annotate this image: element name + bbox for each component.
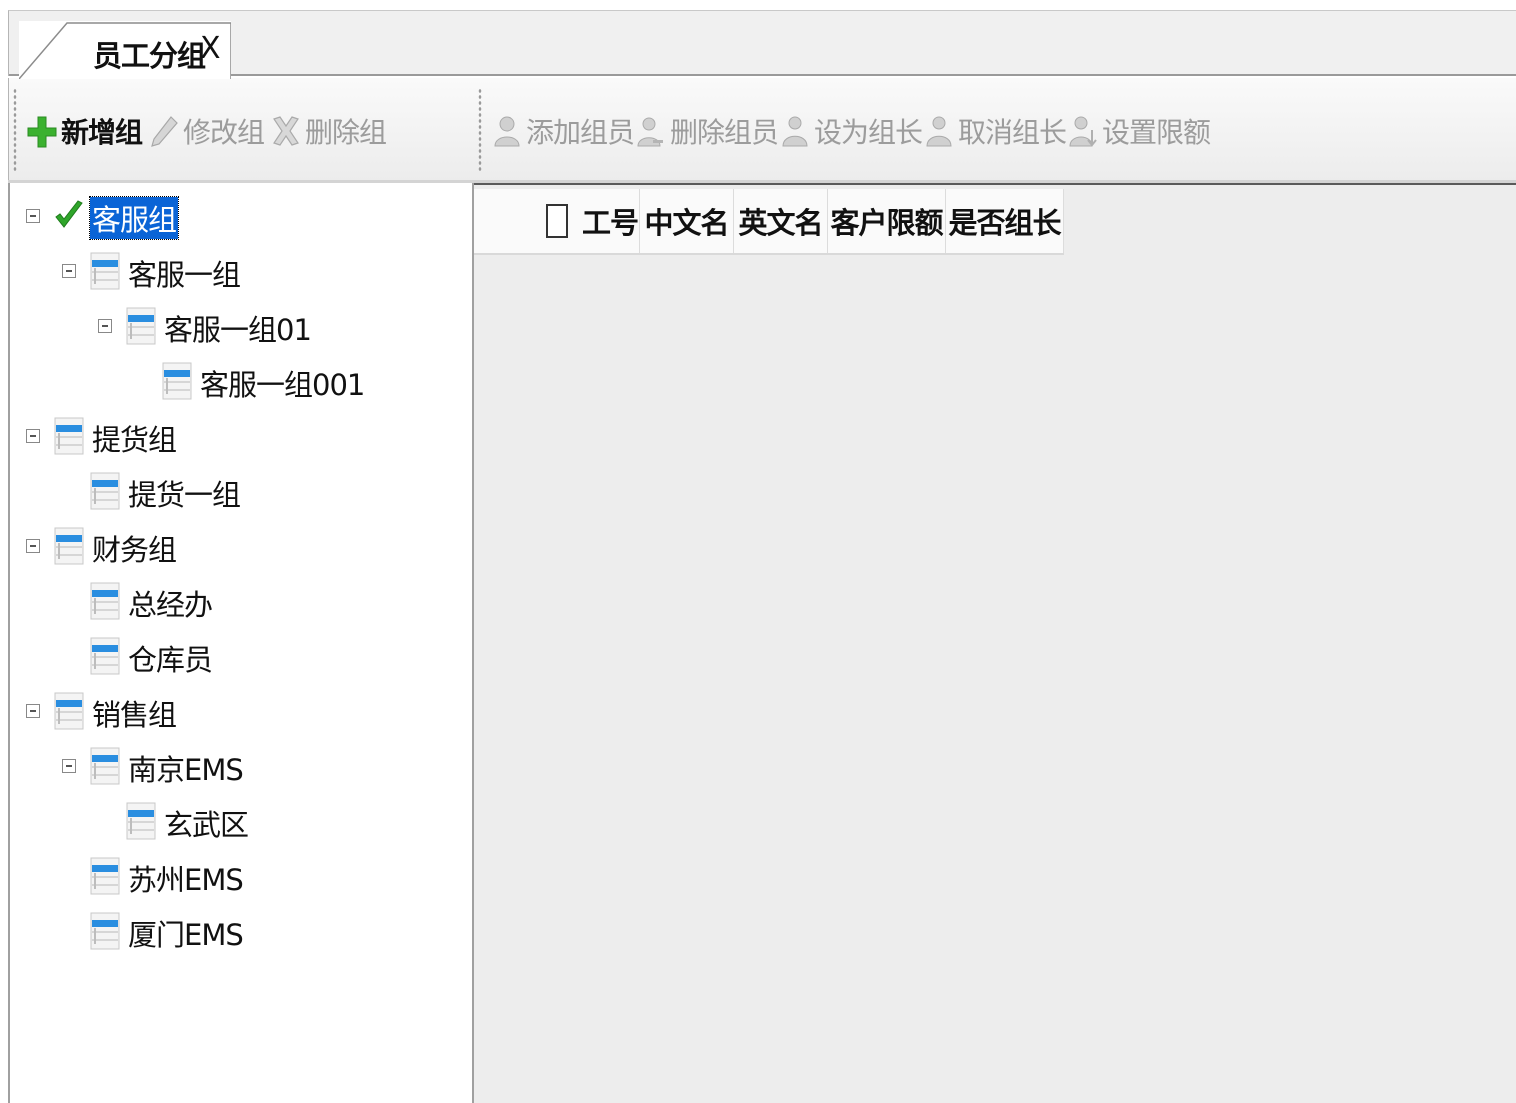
edit-group-label: 修改组 [183, 116, 265, 149]
tree-node[interactable]: 客服一组01 [10, 303, 470, 349]
add-member-label: 添加组员 [526, 116, 635, 149]
collapse-toggle-icon[interactable] [98, 319, 112, 333]
tree-node[interactable]: 南京EMS [10, 743, 470, 789]
tree-node[interactable]: 厦门EMS [10, 908, 470, 954]
cancel-leader-label: 取消组长 [958, 116, 1067, 149]
tree-node[interactable]: 总经办 [10, 578, 470, 624]
column-header-employee-id[interactable]: 工号 [582, 200, 639, 242]
checkmark-icon [54, 197, 84, 235]
group-tree: 客服组客服一组客服一组01 客服一组001 提货组提货一组财务组总经办仓库员销售组南… [8, 183, 474, 1103]
tab-close-button[interactable]: X [200, 31, 221, 66]
remove-member-label: 删除组员 [670, 116, 779, 149]
remove-user-icon [636, 114, 666, 148]
collapse-toggle-icon[interactable] [62, 759, 76, 773]
tree-node[interactable]: 仓库员 [10, 633, 470, 679]
leader-user-icon [780, 114, 810, 148]
column-header-customer-limit[interactable]: 客户限额 [828, 189, 946, 253]
group-node-icon [90, 747, 120, 785]
toolbar-grip[interactable] [478, 88, 482, 172]
delete-x-icon [271, 114, 301, 148]
column-header-is-leader[interactable]: 是否组长 [946, 189, 1064, 253]
group-node-icon [126, 307, 156, 345]
limit-user-icon [1068, 114, 1098, 148]
set-limit-button[interactable]: 设置限额 [1068, 108, 1211, 154]
tab-bar: 员工分组 X [8, 10, 1516, 79]
set-limit-label: 设置限额 [1102, 116, 1211, 149]
remove-member-button[interactable]: 删除组员 [636, 108, 779, 154]
tree-node-label[interactable]: 客服组 [88, 196, 180, 240]
collapse-toggle-icon[interactable] [26, 539, 40, 553]
tree-node[interactable]: 财务组 [10, 523, 470, 569]
window-top-edge [0, 0, 1516, 10]
add-user-icon [492, 114, 522, 148]
tree-node[interactable]: 销售组 [10, 688, 470, 734]
tree-node[interactable]: 提货一组 [10, 468, 470, 514]
pencil-icon [149, 114, 179, 148]
tab-title: 员工分组 [93, 39, 206, 73]
set-leader-button[interactable]: 设为组长 [780, 108, 923, 154]
tree-node-label[interactable]: 南京EMS [126, 747, 245, 789]
tree-node-label[interactable]: 仓库员 [126, 637, 214, 679]
add-group-label: 新增组 [61, 116, 143, 149]
tree-node-label[interactable]: 提货组 [90, 417, 178, 459]
collapse-toggle-icon[interactable] [26, 704, 40, 718]
member-toolbar: 添加组员 删除组员 设为组长 取消组长 设置限额 [474, 78, 1516, 182]
tree-node-label[interactable]: 销售组 [90, 692, 178, 734]
group-node-icon [90, 472, 120, 510]
tree-node-label[interactable]: 玄武区 [162, 802, 250, 844]
tree-node-label[interactable]: 厦门EMS [126, 912, 245, 954]
group-node-icon [90, 912, 120, 950]
grid-row-indicator-header [474, 189, 546, 253]
tree-node[interactable]: 客服一组 [10, 248, 470, 294]
tree-node-label[interactable]: 提货一组 [126, 472, 242, 514]
select-all-checkbox[interactable] [546, 204, 568, 238]
tree-node-label[interactable]: 总经办 [126, 582, 214, 624]
group-toolbar: 新增组 修改组 删除组 [8, 78, 474, 182]
edit-group-button[interactable]: 修改组 [149, 108, 265, 154]
add-member-button[interactable]: 添加组员 [492, 108, 635, 154]
group-node-icon [90, 252, 120, 290]
grid-select-all-header: 工号 [546, 189, 640, 253]
group-node-icon [54, 527, 84, 565]
tree-node[interactable]: 客服组 [10, 193, 470, 240]
plus-icon [27, 114, 57, 148]
tree-node-label[interactable]: 客服一组 [126, 252, 242, 294]
grid-header-row: 工号 中文名 英文名 客户限额 是否组长 [474, 189, 1064, 255]
tree-node[interactable]: 客服一组001 [10, 358, 470, 404]
tab-employee-groups[interactable]: 员工分组 X [19, 21, 231, 79]
cancel-leader-icon [924, 114, 954, 148]
collapse-toggle-icon[interactable] [62, 264, 76, 278]
set-leader-label: 设为组长 [814, 116, 923, 149]
toolbar-grip[interactable] [13, 88, 17, 172]
group-node-icon [54, 417, 84, 455]
column-header-english-name[interactable]: 英文名 [734, 189, 828, 253]
tree-node[interactable]: 玄武区 [10, 798, 470, 844]
tree-node-label[interactable]: 苏州EMS [126, 857, 245, 899]
group-node-icon [90, 582, 120, 620]
group-node-icon [54, 692, 84, 730]
tree-node-label[interactable]: 客服一组001 [198, 362, 366, 404]
collapse-toggle-icon[interactable] [26, 429, 40, 443]
group-node-icon [90, 637, 120, 675]
cancel-leader-button[interactable]: 取消组长 [924, 108, 1067, 154]
add-group-button[interactable]: 新增组 [27, 108, 143, 154]
group-node-icon [90, 857, 120, 895]
column-header-chinese-name[interactable]: 中文名 [640, 189, 734, 253]
delete-group-label: 删除组 [305, 116, 387, 149]
tree-node[interactable]: 提货组 [10, 413, 470, 459]
tree-node[interactable]: 苏州EMS [10, 853, 470, 899]
group-node-icon [126, 802, 156, 840]
tree-node-label[interactable]: 财务组 [90, 527, 178, 569]
tree-node-label[interactable]: 客服一组01 [162, 307, 313, 349]
delete-group-button[interactable]: 删除组 [271, 108, 387, 154]
collapse-toggle-icon[interactable] [26, 209, 40, 223]
member-grid: 工号 中文名 英文名 客户限额 是否组长 [474, 183, 1516, 1103]
group-node-icon [162, 362, 192, 400]
